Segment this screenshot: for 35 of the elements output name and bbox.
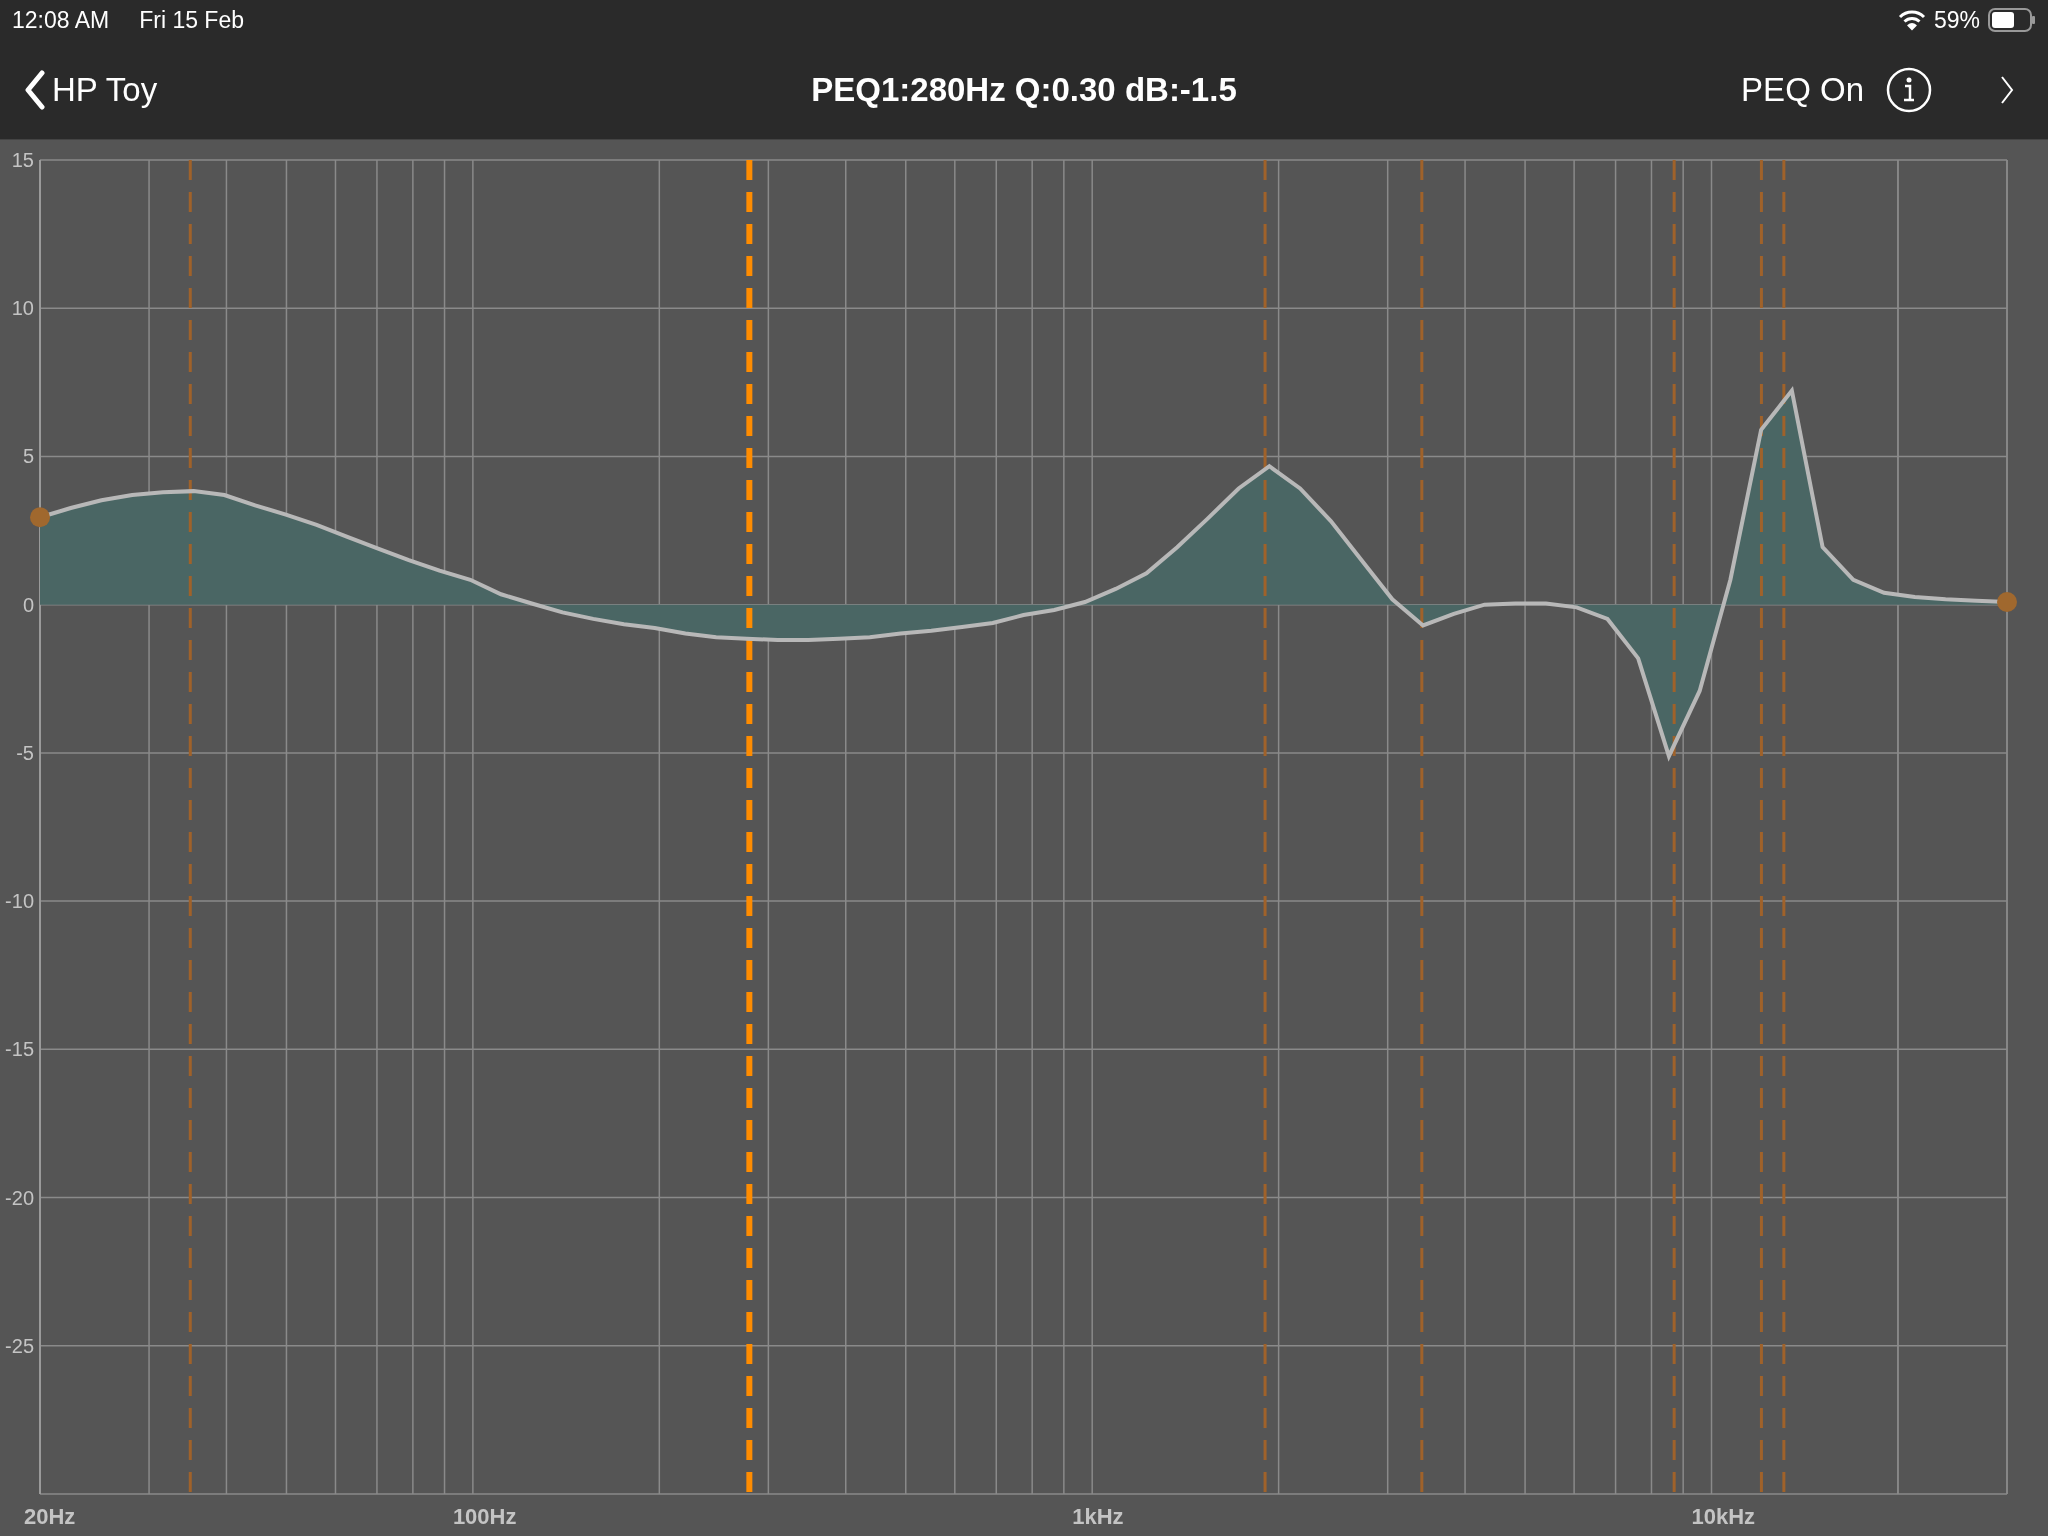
endpoint-handle[interactable] [1997,592,2017,612]
battery-icon [1988,8,2036,32]
filter-marker-line[interactable] [746,160,753,1494]
filter-marker-line[interactable] [188,160,192,1494]
chevron-right-icon [2000,74,2014,105]
filter-marker-line[interactable] [1782,160,1786,1494]
filter-marker-line[interactable] [1263,160,1267,1494]
axis-label: 0 [22,593,34,616]
axis-label: 20Hz [24,1504,76,1529]
nav-title: PEQ1:280Hz Q:0.30 dB:-1.5 [811,70,1237,109]
axis-label: 10 [11,297,34,320]
axis-label: -20 [5,1186,34,1209]
axis-label: -10 [5,890,34,913]
axis-label: -5 [16,741,34,764]
status-date: Fri 15 Feb [139,6,244,34]
filter-marker-line[interactable] [1420,160,1424,1494]
info-button[interactable] [1886,66,1932,113]
axis-label: 10kHz [1691,1504,1756,1529]
axis-label: 15 [11,149,34,171]
chevron-left-icon [24,69,46,110]
axis-label: 100Hz [452,1504,517,1529]
axis-label: 5 [22,445,34,468]
info-icon [1886,66,1932,113]
peq-toggle-button[interactable]: PEQ On [1741,70,1864,109]
back-button[interactable]: HP Toy [24,69,158,110]
status-time: 12:08 AM [12,6,110,34]
filter-marker-line[interactable] [1672,160,1676,1494]
axis-label: -15 [5,1038,34,1061]
axis-label: 1kHz [1072,1504,1124,1529]
filter-marker-line[interactable] [1759,160,1763,1494]
next-button[interactable] [2000,74,2014,105]
wifi-icon [1897,9,1926,31]
battery-percent: 59% [1933,6,1980,34]
axis-label: -25 [5,1334,34,1357]
endpoint-handle[interactable] [30,507,50,528]
